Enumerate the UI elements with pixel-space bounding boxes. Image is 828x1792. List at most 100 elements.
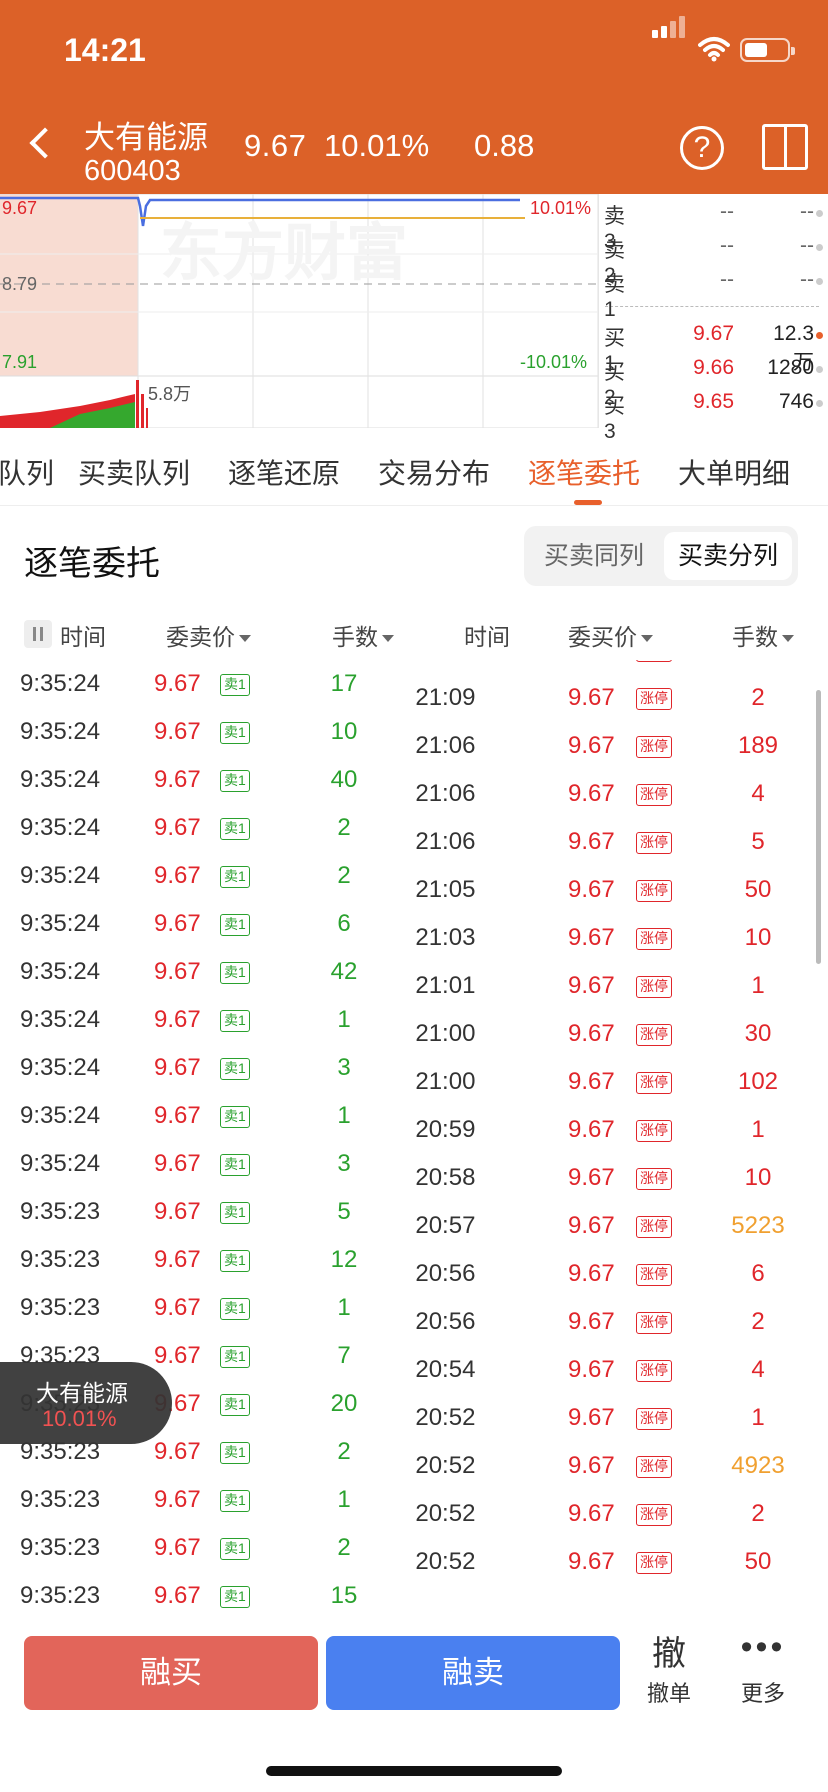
tab-trade-distribution[interactable]: 交易分布 bbox=[378, 452, 490, 492]
row-time: 9:35:24 bbox=[20, 910, 101, 937]
row-tag: 卖1 bbox=[220, 1058, 250, 1080]
row-price: 9.67 bbox=[154, 910, 201, 937]
table-row[interactable]: 14:20:56 9.67 涨停 2 bbox=[414, 1298, 814, 1346]
row-price: 9.67 bbox=[154, 670, 201, 697]
table-row[interactable]: 9:35:24 9.67 卖1 40 bbox=[0, 756, 414, 804]
row-qty: 2 bbox=[751, 684, 765, 711]
table-row[interactable]: 14:20:52 9.67 涨停 4923 bbox=[414, 1442, 814, 1490]
row-qty: 2 bbox=[337, 1438, 351, 1465]
chart-top-pct: 10.01% bbox=[530, 198, 592, 218]
chart-low-pct: -10.01% bbox=[520, 352, 588, 372]
row-qty: 1 bbox=[337, 1294, 351, 1321]
table-row[interactable]: 9:35:23 9.67 卖1 12 bbox=[0, 1236, 414, 1284]
tab-tick-orders[interactable]: 逐笔委托 bbox=[528, 452, 640, 492]
table-row[interactable]: 9:35:23 9.67 卖1 1 bbox=[0, 1476, 414, 1524]
layout-switch-icon[interactable] bbox=[762, 124, 808, 170]
row-time: 9:35:24 bbox=[20, 1150, 101, 1177]
intraday-chart[interactable]: 东方财富 9.67 8.79 7.91 10.01% -10.01% 5.8万 … bbox=[0, 194, 828, 443]
table-row[interactable]: 9:35:24 9.67 卖1 6 bbox=[0, 900, 414, 948]
table-row[interactable]: 14:21:00 9.67 涨停 102 bbox=[414, 1058, 814, 1106]
tab-large-orders[interactable]: 大单明细 bbox=[678, 452, 790, 492]
table-row[interactable]: 9:35:24 9.67 卖1 2 bbox=[0, 852, 414, 900]
active-tab-indicator bbox=[574, 500, 602, 505]
row-qty: 1 bbox=[337, 1102, 351, 1129]
floating-stock-widget[interactable]: 大有能源 10.01% bbox=[0, 1362, 172, 1444]
row-qty: 5 bbox=[751, 828, 765, 855]
row-qty: 4 bbox=[751, 780, 765, 807]
more-button[interactable]: ••• 更多 bbox=[730, 1630, 796, 1708]
row-qty: 2 bbox=[751, 1308, 765, 1335]
table-row[interactable]: 14:20:52 9.67 涨停 50 bbox=[414, 1538, 814, 1586]
left-col-qty[interactable]: 手数 bbox=[332, 618, 394, 652]
row-time: 9:35:24 bbox=[20, 670, 101, 697]
row-qty: 102 bbox=[737, 1068, 779, 1095]
row-price: 9.67 bbox=[568, 660, 615, 674]
table-row[interactable]: 14:21:06 9.67 涨停 5 bbox=[414, 818, 814, 866]
table-row[interactable]: 9:35:24 9.67 卖1 17 bbox=[0, 660, 414, 708]
row-price: 9.67 bbox=[568, 1548, 615, 1575]
tab-buy-sell-queue[interactable]: 买卖队列 bbox=[78, 452, 190, 492]
row-tag: 卖1 bbox=[220, 722, 250, 744]
left-col-price[interactable]: 委卖价 bbox=[166, 618, 251, 652]
table-row[interactable]: 9:35:24 9.67 卖1 2 bbox=[0, 804, 414, 852]
table-row[interactable]: 14:21:03 9.67 涨停 10 bbox=[414, 914, 814, 962]
chart-volume: 5.8万 bbox=[148, 384, 192, 404]
table-row[interactable]: 9:35:24 9.67 卖1 3 bbox=[0, 1140, 414, 1188]
seg-same-column[interactable]: 买卖同列 bbox=[530, 532, 658, 580]
row-qty: 2 bbox=[337, 862, 351, 889]
right-col-qty[interactable]: 手数 bbox=[732, 618, 794, 652]
row-price: 9.67 bbox=[154, 766, 201, 793]
row-price: 9.67 bbox=[154, 1534, 201, 1561]
table-row[interactable]: 9:35:23 9.67 卖1 1 bbox=[0, 1284, 414, 1332]
table-row[interactable]: 14:20:52 9.67 涨停 1 bbox=[414, 1394, 814, 1442]
cancel-order-button[interactable]: 撤 撤单 bbox=[636, 1632, 702, 1708]
row-price: 9.67 bbox=[154, 718, 201, 745]
table-row[interactable]: 14:20:59 9.67 涨停 1 bbox=[414, 1106, 814, 1154]
table-row[interactable]: 14:21:05 9.67 涨停 50 bbox=[414, 866, 814, 914]
table-row[interactable]: 14:21:01 9.67 涨停 1 bbox=[414, 962, 814, 1010]
row-price: 9.67 bbox=[154, 814, 201, 841]
row-qty: 17 bbox=[330, 670, 358, 697]
float-stock-pct: 10.01% bbox=[42, 1406, 117, 1431]
buy-orders-list[interactable]: 14:21:109.67涨停5414:21:099.67涨停214:21:069… bbox=[414, 660, 814, 1622]
tab-queue[interactable]: 队列 bbox=[0, 452, 54, 492]
margin-buy-button[interactable]: 融买 bbox=[24, 1636, 318, 1710]
row-price: 9.67 bbox=[154, 1198, 201, 1225]
table-row[interactable]: 9:35:23 9.67 卖1 5 bbox=[0, 1188, 414, 1236]
table-row[interactable]: 9:35:24 9.67 卖1 1 bbox=[0, 1092, 414, 1140]
table-row[interactable]: 9:35:24 9.67 卖1 3 bbox=[0, 1044, 414, 1092]
sell-orders-list[interactable]: 9:35:24 9.67 卖1 17 9:35:24 9.67 卖1 10 9:35:24 9.6… bbox=[0, 660, 414, 1622]
tab-tick-restore[interactable]: 逐笔还原 bbox=[228, 452, 340, 492]
table-row[interactable]: 9:35:24 9.67 卖1 1 bbox=[0, 996, 414, 1044]
margin-sell-button[interactable]: 融卖 bbox=[326, 1636, 620, 1710]
table-row[interactable]: 14:21:00 9.67 涨停 30 bbox=[414, 1010, 814, 1058]
table-row[interactable]: 14:20:56 9.67 涨停 6 bbox=[414, 1250, 814, 1298]
row-tag: 卖1 bbox=[220, 1442, 250, 1464]
table-row[interactable]: 14:21:10 9.67 涨停 54 bbox=[414, 660, 814, 674]
table-row[interactable]: 14:21:06 9.67 涨停 4 bbox=[414, 770, 814, 818]
table-row[interactable]: 9:35:24 9.67 卖1 10 bbox=[0, 708, 414, 756]
table-row[interactable]: 9:35:23 9.67 卖1 2 bbox=[0, 1524, 414, 1572]
row-tag: 涨停 bbox=[636, 1408, 672, 1430]
table-row[interactable]: 14:20:57 9.67 涨停 5223 bbox=[414, 1202, 814, 1250]
seg-split-column[interactable]: 买卖分列 bbox=[664, 532, 792, 580]
table-row[interactable]: 14:20:54 9.67 涨停 4 bbox=[414, 1346, 814, 1394]
table-row[interactable]: 9:35:23 9.67 卖1 15 bbox=[0, 1572, 414, 1620]
table-row[interactable]: 14:21:09 9.67 涨停 2 bbox=[414, 674, 814, 722]
list-scrollbar[interactable] bbox=[816, 690, 821, 964]
help-icon[interactable]: ? bbox=[680, 126, 724, 170]
back-chevron-icon[interactable] bbox=[29, 127, 61, 159]
right-col-price[interactable]: 委买价 bbox=[568, 618, 653, 652]
row-tag: 卖1 bbox=[220, 1106, 250, 1128]
table-row[interactable]: 9:35:24 9.67 卖1 42 bbox=[0, 948, 414, 996]
pause-icon[interactable] bbox=[24, 620, 52, 648]
detail-tabs: 队列 买卖队列 逐笔还原 交易分布 逐笔委托 大单明细 bbox=[0, 428, 828, 506]
row-qty: 54 bbox=[718, 660, 798, 674]
row-price: 9.67 bbox=[568, 1356, 615, 1383]
table-row[interactable]: 14:21:06 9.67 涨停 189 bbox=[414, 722, 814, 770]
chart-low-price: 7.91 bbox=[2, 352, 38, 372]
row-price: 9.67 bbox=[568, 1404, 615, 1431]
table-row[interactable]: 14:20:52 9.67 涨停 2 bbox=[414, 1490, 814, 1538]
table-row[interactable]: 14:20:58 9.67 涨停 10 bbox=[414, 1154, 814, 1202]
row-price: 9.67 bbox=[568, 1020, 615, 1047]
